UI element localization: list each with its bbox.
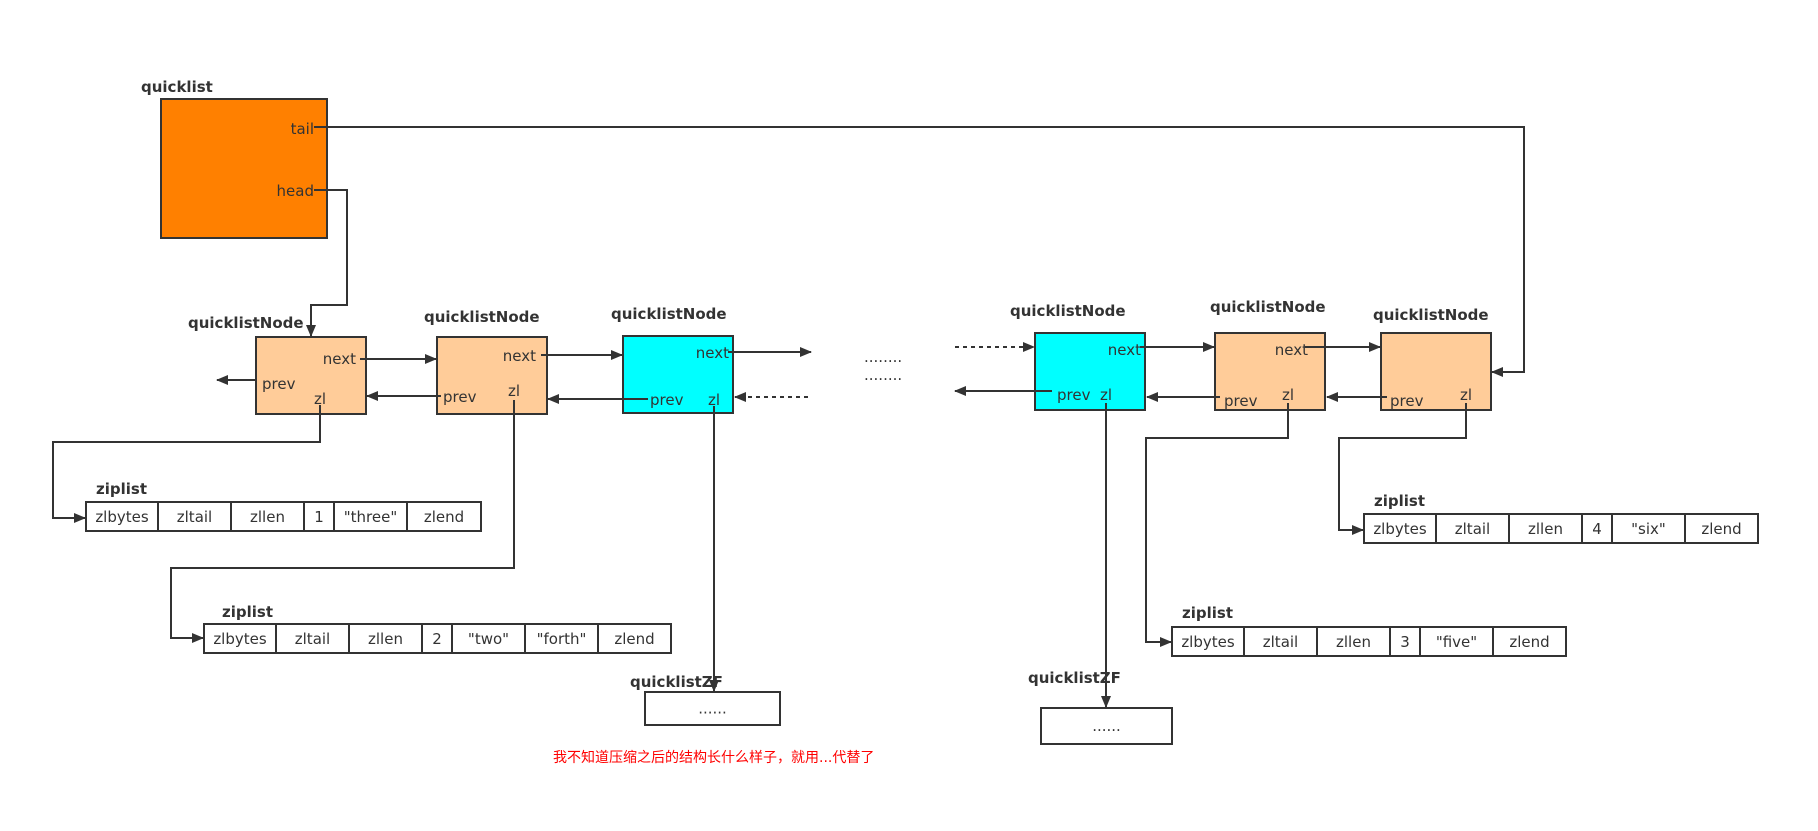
ziplist-cell-text: zlbytes (1373, 520, 1427, 538)
node-prev-field: prev (1057, 386, 1091, 404)
compression-note: 我不知道压缩之后的结构长什么样子，就用...代替了 (553, 749, 874, 766)
quicklist-zf-label: quicklistZF (1028, 669, 1121, 687)
ziplist-cell-text: "six" (1631, 520, 1666, 538)
ziplist-cell-text: zllen (1528, 520, 1563, 538)
node-prev-field: prev (1224, 392, 1258, 410)
ziplist: ziplist zlbytes zltail zllen 2 "two" "forth" zl… (203, 603, 672, 654)
ziplist-label: ziplist (222, 603, 273, 621)
node-prev-field: prev (262, 375, 296, 393)
quicklist-node-label: quicklistNode (1210, 298, 1326, 316)
quicklist-node: quicklistNode next prev zl (1210, 298, 1326, 411)
ziplist: ziplist zlbytes zltail zllen 1 "three" zlend (85, 480, 482, 532)
quicklist-node: quicklistNode prev zl (1373, 306, 1492, 411)
node-next-field: next (1275, 341, 1308, 359)
node-prev-field: prev (650, 391, 684, 409)
node-zl-field: zl (508, 382, 520, 400)
quicklist-node: quicklistNode next prevzl (1010, 302, 1146, 411)
ziplist-label: ziplist (96, 480, 147, 498)
quicklist-zf-label: quicklistZF (630, 673, 723, 691)
quicklist-diagram: quicklist tail head quicklistNode next pre… (52, 78, 1759, 766)
node-zl-field: zl (1100, 386, 1112, 404)
ziplist-cell-text: "three" (344, 508, 397, 526)
ziplist-cell-text: "forth" (537, 630, 587, 648)
quicklist-zf: quicklistZF...... (1028, 669, 1173, 745)
node-zl-field: zl (1282, 386, 1294, 404)
ziplist-cell-text: zllen (368, 630, 403, 648)
ziplist-label: ziplist (1182, 604, 1233, 622)
quicklist-struct: quicklist tail head (141, 78, 328, 239)
quicklist-node-label: quicklistNode (188, 314, 304, 332)
quicklist-node: quicklistNode next prev zl (424, 308, 548, 415)
ziplist-cell-text: zllen (250, 508, 285, 526)
ziplist-cell-text: zlbytes (213, 630, 267, 648)
ziplist-cell-text: "two" (468, 630, 509, 648)
ziplist-cell-text: zltail (1455, 520, 1490, 538)
node6-zl-arrow (1338, 403, 1467, 535)
quicklist-zf-content: ...... (1092, 717, 1121, 735)
ziplist-cell-text: zllen (1336, 633, 1371, 651)
quicklist-node-label: quicklistNode (611, 305, 727, 323)
ellipsis-bottom: ........ (864, 366, 902, 384)
quicklist-zf: quicklistZF...... (630, 673, 781, 726)
quicklist-node-label: quicklistNode (1010, 302, 1126, 320)
ziplist-cell-text: zlend (1509, 633, 1549, 651)
ziplist-cell-text: 3 (1400, 633, 1410, 651)
quicklist-node: quicklistNodenextprevzl (611, 305, 734, 414)
node-prev-field: prev (1390, 392, 1424, 410)
ziplist-cell-text: "five" (1436, 633, 1477, 651)
ziplist-cell-text: zlend (614, 630, 654, 648)
node-next-field: next (696, 344, 729, 362)
ziplist-cell-text: 2 (432, 630, 442, 648)
quicklist-node-label: quicklistNode (424, 308, 540, 326)
node-next-field: next (503, 347, 536, 365)
quicklist-tail-field: tail (291, 120, 314, 138)
ziplist-label: ziplist (1374, 492, 1425, 510)
ziplist-cell-text: zlbytes (95, 508, 149, 526)
quicklist-label: quicklist (141, 78, 213, 96)
node-prev-field: prev (443, 388, 477, 406)
quicklist-zf-content: ...... (698, 700, 727, 718)
tail-pointer-arrow (314, 126, 1525, 377)
ziplist-cell-text: 4 (1592, 520, 1602, 538)
ziplist-cell-text: zlend (424, 508, 464, 526)
ziplist-cell-text: 1 (314, 508, 324, 526)
quicklist-head-field: head (277, 182, 314, 200)
node-next-field: next (323, 350, 356, 368)
ziplist: ziplist zlbytes zltail zllen 4 "six" zlend (1363, 492, 1759, 544)
node-next-field: next (1108, 341, 1141, 359)
ziplist-cell-text: zltail (1263, 633, 1298, 651)
quicklist-node: quicklistNodenextprevzl (188, 314, 367, 415)
ziplist-cell-text: zlbytes (1181, 633, 1235, 651)
ziplist-cell-text: zltail (295, 630, 330, 648)
node-zl-field: zl (1460, 386, 1472, 404)
ziplist: ziplist zlbytes zltail zllen 3 "five" zlend (1171, 604, 1567, 657)
quicklist-node-label: quicklistNode (1373, 306, 1489, 324)
ellipsis-top: ........ (864, 348, 902, 366)
ziplist-cell-text: zltail (177, 508, 212, 526)
ziplist-cell-text: zlend (1701, 520, 1741, 538)
